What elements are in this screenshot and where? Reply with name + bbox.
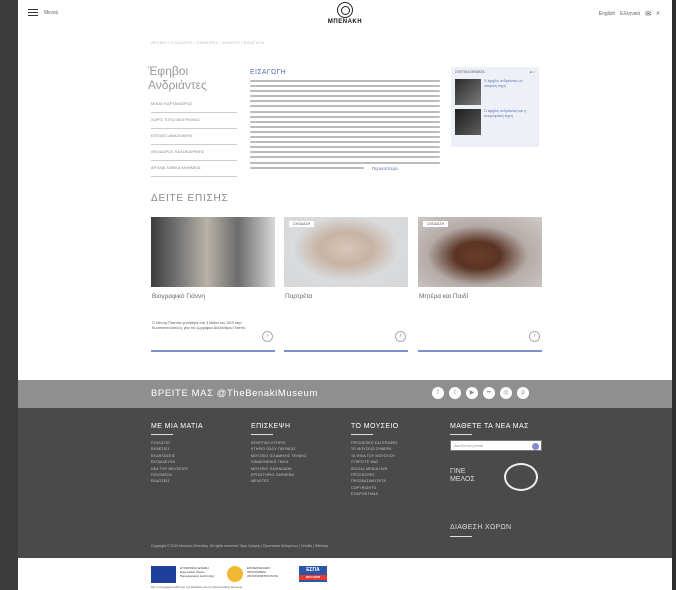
page: Μενού ΜΠΕΝΑΚΗ English Ελληνικά ✉ ⌕ ΑΡΧΙΚ… [18,0,672,590]
logo-emblem-icon [337,2,353,18]
footer-link[interactable]: ΕΤΑΙΡΟΚΤΗΜΑ [351,491,399,497]
footer-column: ΕΠΙΣΚΕΨΗ ΚΕΝΤΡΙΚΟ ΚΤΗΡΙΟ ΚΤΗΡΙΟ ΟΔΟΥ ΠΕΙ… [251,423,306,485]
program-logo-icon [227,566,243,582]
card-tag: ΣΧΕΔΙΑΣΗ [289,221,315,227]
breadcrumb[interactable]: ΑΡΧΙΚΗ / ΣΥΛΛΟΓΕΣ / ΕΚΘΕΣΕΙΣ / ΕΚΘΕΣΗ / … [151,40,264,45]
funding-logos: ΕΥΡΩΠΑΪΚΗ ΕΝΩΣΗ Ευρωπαϊκό Ταμείο Περιφερ… [18,558,672,590]
card-image [151,217,275,287]
newsletter-email-input[interactable]: Διεύθυνση email [450,440,542,451]
copyright-text: Copyright © 2016 Μουσείο Μπενάκη. All ri… [151,544,328,548]
program-text: ΕΠΙΧΕΙΡΗΣΙΑΚΟ ΠΡΟΓΡΑΜΜΑ ΑΝΤΑΓΩΝΙΣΤΙΚΟΤΗΤ… [247,566,279,578]
submit-arrow-icon[interactable] [532,442,539,450]
footer-link[interactable]: ΜΕΛΕΤΕΣ [251,478,306,484]
mail-icon[interactable]: ✉ [645,10,651,18]
card-description: Ο Γιάννης Παππάς γεννήθηκε στις 3 Μαΐου … [152,321,246,330]
footer-heading: ΕΠΙΣΚΕΨΗ [251,423,291,430]
sidebar-item[interactable]: ΕΠΟΧΕΣ ΑΝΑΣΚΑΦΗΣ [151,131,237,145]
pinterest-icon[interactable]: p [517,387,529,399]
card-caption: Βιογραφικό Γιάννη [152,293,205,300]
left-frame [0,0,18,590]
card-caption: Πορτρέτα [285,293,313,300]
espa-years: 2014-2020 [299,575,327,580]
footer-heading: ΜΕ ΜΙΑ ΜΑΤΙΑ [151,423,204,430]
cofunding-text: Με τη συγχρηματοδότηση της Ελλάδας και τ… [151,585,243,589]
newsletter-heading: ΜΑΘΕΤΕ ΤΑ ΝΕΑ ΜΑΣ [450,423,529,430]
instagram-icon[interactable]: ◎ [500,387,512,399]
related-heading: ΣΧΕΤΙΚΑ ΘΕΜΑΤΑ [455,70,485,74]
related-box: ΣΧΕΤΙΚΑ ΘΕΜΑΤΑ ● ○ Ο έφηβος ανδριάντας ω… [451,67,539,147]
footer-link[interactable]: ΤΟ ΜΟΥΣΕΙΟ ΣΗΜΕΡΑ [351,446,399,452]
card-tag: ΣΧΕΔΙΑΣΗ [423,221,449,227]
footer: ΜΕ ΜΙΑ ΜΑΤΙΑ ΣΥΛΛΟΓΕΣ ΕΚΘΕΣΕΙΣ ΕΚΔΗΛΩΣΕΙ… [18,408,672,558]
card-caption: Μητέρα και Παιδί [419,293,468,300]
menu-icon [28,9,38,16]
exhibition-title: Έφηβοι Ανδριάντες [148,64,207,92]
arrow-right-icon[interactable]: › [529,331,540,342]
sidebar-item[interactable]: ΘΕΟΔΩΡΟΣ ΚΑΛΟΚΑΙΡΙΝΗΣ [151,147,237,161]
youtube-icon[interactable]: ▶ [466,387,478,399]
header-tools: English Ελληνικά ✉ ⌕ [599,10,660,18]
card-underline [284,350,408,352]
related-item-title: Ο έφηβος ανδριάντας ως ιστορική πηγή [484,79,523,88]
card-image: ΣΧΕΔΙΑΣΗ [418,217,542,287]
card-underline [151,350,275,352]
footer-column: ΤΟ ΜΟΥΣΕΙΟ ΠΡΟΣΩΠΙΚΟ ΚΑΙ ΕΠΑΦΕΣ ΤΟ ΜΟΥΣΕ… [351,423,399,498]
see-also-card[interactable]: ΣΧΕΔΙΑΣΗ Πορτρέτα › [284,217,408,352]
museum-logo[interactable]: ΜΠΕΝΑΚΗ [325,2,365,25]
sidebar-item[interactable]: ΜΠΙΑΤ ΚΑΡΤΑΙΝΟΡΟΣ [151,99,237,113]
footer-heading: ΤΟ ΜΟΥΣΕΙΟ [351,423,399,430]
newsletter-placeholder: Διεύθυνση email [454,443,484,448]
lang-english-link[interactable]: English [599,11,615,17]
sidebar-item[interactable]: ΧΩΡΙΣ ΤΙΤΛΟ ΒΙΟΓΡΑΦΙΑΣ [151,115,237,129]
logo-text: ΜΠΕΝΑΚΗ [327,19,363,25]
related-thumbnail [455,79,481,105]
footer-link[interactable]: ΕΚΔΟΣΕΙΣ [151,478,203,484]
card-underline [418,350,542,352]
twitter-icon[interactable]: t [449,387,461,399]
right-frame [672,0,676,590]
search-icon[interactable]: ⌕ [656,10,660,18]
related-item-title: Ο έφηβος ανδριάντας και η αναμνηστική τέ… [484,109,526,118]
flickr-icon[interactable]: •• [483,387,495,399]
related-item[interactable]: Ο έφηβος ανδριάντας ως ιστορική πηγή [451,77,539,107]
article-title: ΕΙΣΑΓΩΓΗ [250,69,287,76]
eu-text: ΕΥΡΩΠΑΪΚΗ ΕΝΩΣΗ Ευρωπαϊκό Ταμείο Περιφερ… [180,566,215,578]
facebook-icon[interactable]: f [432,387,444,399]
membership-emblem-icon[interactable] [504,463,538,491]
card-image: ΣΧΕΔΙΑΣΗ [284,217,408,287]
exhibition-nav: ΜΠΙΑΤ ΚΑΡΤΑΙΝΟΡΟΣ ΧΩΡΙΣ ΤΙΤΛΟ ΒΙΟΓΡΑΦΙΑΣ… [151,99,237,179]
eu-flag-icon [151,566,176,583]
see-also-card[interactable]: ΣΧΕΔΙΑΣΗ Μητέρα και Παιδί › [418,217,542,352]
find-us-text: ΒΡΕΙΤΕ ΜΑΣ @TheBenakiMuseum [151,388,318,399]
sidebar-item[interactable]: ΑΡΧΑΙΑ ΤΑΦΙΚΑ ΜΝΗΜΕΙΑ [151,163,237,177]
social-strip: ΒΡΕΙΤΕ ΜΑΣ @TheBenakiMuseum f t ▶ •• ◎ p [18,380,672,408]
venue-hire-link[interactable]: ΔΙΑΘΕΣΗ ΧΩΡΩΝ [450,524,511,531]
menu-label: Μενού [44,9,59,16]
article-body [250,80,440,172]
see-also-heading: ΔΕΙΤΕ ΕΠΙΣΗΣ [151,193,229,204]
header: Μενού ΜΠΕΝΑΚΗ English Ελληνικά ✉ ⌕ [18,0,672,30]
membership-link[interactable]: ΓΙΝΕ ΜΕΛΟΣ [450,468,490,484]
see-also-card[interactable]: Βιογραφικό Γιάννη Ο Γιάννης Παππάς γεννή… [151,217,275,352]
related-item[interactable]: Ο έφηβος ανδριάντας και η αναμνηστική τέ… [451,107,539,137]
newsletter-column: ΜΑΘΕΤΕ ΤΑ ΝΕΑ ΜΑΣ Διεύθυνση email ΓΙΝΕ Μ… [450,423,550,548]
espa-logo: ΕΣΠΑ 2014-2020 [299,566,327,582]
footer-column: ΜΕ ΜΙΑ ΜΑΤΙΑ ΣΥΛΛΟΓΕΣ ΕΚΘΕΣΕΙΣ ΕΚΔΗΛΩΣΕΙ… [151,423,203,485]
lang-greek-link[interactable]: Ελληνικά [620,11,640,17]
arrow-right-icon[interactable]: › [395,331,406,342]
read-more-link[interactable]: Περισσότερα [372,166,398,171]
social-links: f t ▶ •• ◎ p [432,387,529,399]
related-thumbnail [455,109,481,135]
arrow-right-icon[interactable]: › [262,331,273,342]
pager-dots-icon[interactable]: ● ○ [530,70,535,74]
menu-button[interactable]: Μενού [28,9,58,16]
espa-label: ΕΣΠΑ [306,567,320,573]
